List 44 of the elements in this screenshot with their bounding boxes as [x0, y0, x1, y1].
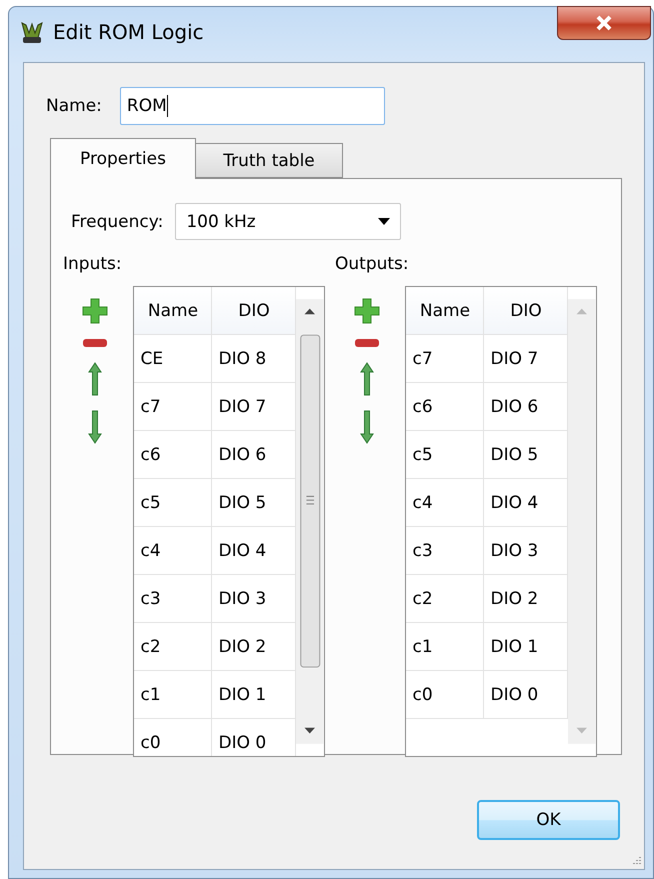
table-cell: c1	[134, 671, 212, 719]
name-label: Name:	[46, 96, 102, 116]
table-cell: c4	[406, 479, 484, 527]
table-cell: c2	[406, 575, 484, 623]
column-header[interactable]: DIO	[484, 287, 568, 335]
table-cell: c4	[134, 527, 212, 575]
tab[interactable]: Truth table	[195, 143, 343, 178]
column-header[interactable]: Name	[406, 287, 484, 335]
frequency-dropdown[interactable]: 100 kHz	[175, 203, 402, 240]
table-cell: c6	[134, 431, 212, 479]
column-header[interactable]: DIO	[212, 287, 296, 335]
close-button[interactable]	[557, 6, 651, 40]
up-arrow-icon[interactable]	[88, 362, 102, 396]
table-cell: c1	[406, 623, 484, 671]
table-cell: c6	[406, 383, 484, 431]
table-cell: c5	[134, 479, 212, 527]
resize-grip-icon[interactable]	[630, 855, 642, 867]
minus-icon[interactable]	[354, 338, 380, 348]
app-logo-icon	[21, 20, 43, 44]
plus-icon[interactable]	[354, 298, 380, 324]
name-input[interactable]: ROM	[120, 87, 385, 125]
table-cell: c2	[134, 623, 212, 671]
group-label: Inputs:	[63, 254, 123, 274]
table-cell: c7	[134, 383, 212, 431]
group-label: Outputs:	[335, 254, 410, 274]
table-cell: c3	[406, 527, 484, 575]
table-cell: c3	[134, 575, 212, 623]
table-cell: c5	[406, 431, 484, 479]
up-arrow-icon[interactable]	[360, 362, 374, 396]
table-cell: c7	[406, 335, 484, 383]
dropdown-arrow-icon	[378, 218, 390, 225]
plus-icon[interactable]	[82, 298, 108, 324]
close-icon	[595, 15, 613, 31]
down-arrow-icon[interactable]	[360, 410, 374, 444]
ok-button[interactable]: OK	[477, 800, 620, 840]
tab[interactable]: Properties	[50, 138, 196, 179]
table-cell: c0	[406, 671, 484, 719]
column-header[interactable]: Name	[134, 287, 212, 335]
window-title: Edit ROM Logic	[53, 19, 204, 46]
frequency-label: Frequency:	[71, 212, 164, 232]
minus-icon[interactable]	[82, 338, 108, 348]
table-cell: CE	[134, 335, 212, 383]
table-cell: c0	[134, 719, 212, 756]
down-arrow-icon[interactable]	[88, 410, 102, 444]
